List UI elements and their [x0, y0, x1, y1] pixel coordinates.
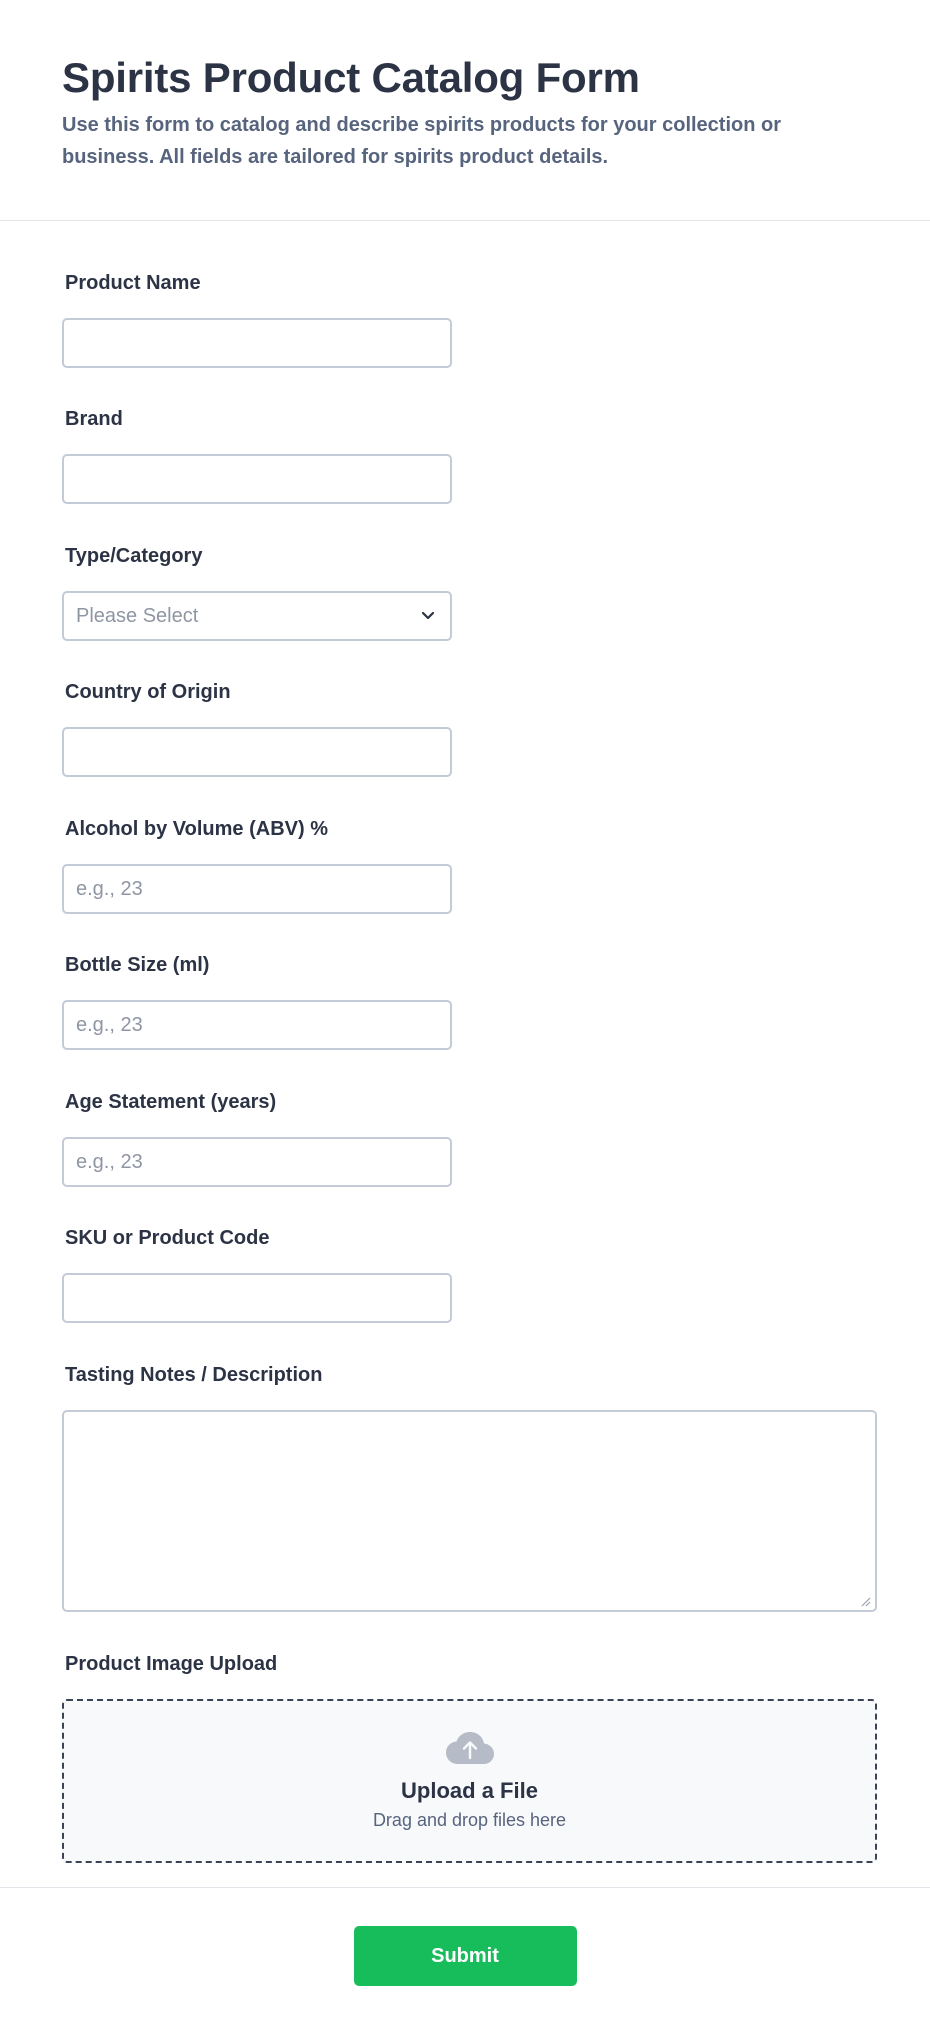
- type-category-select[interactable]: Please Select: [62, 591, 452, 641]
- field-brand: Brand: [62, 404, 452, 504]
- field-type-category: Type/Category Please Select: [62, 541, 452, 641]
- form-footer: Submit: [0, 1887, 930, 2034]
- abv-input[interactable]: e.g., 23: [62, 864, 452, 914]
- age-statement-label: Age Statement (years): [65, 1091, 277, 1113]
- upload-subtitle: Drag and drop files here: [372, 1810, 567, 1830]
- field-sku: SKU or Product Code: [62, 1223, 452, 1323]
- field-product-name: Product Name: [62, 268, 452, 368]
- sku-input[interactable]: [62, 1273, 452, 1323]
- field-abv: Alcohol by Volume (ABV) % e.g., 23: [62, 814, 452, 914]
- tasting-notes-label: Tasting Notes / Description: [65, 1364, 323, 1386]
- field-bottle-size: Bottle Size (ml) e.g., 23: [62, 950, 452, 1050]
- upload-title: Upload a File: [401, 1778, 538, 1803]
- form-subtitle: Use this form to catalog and describe sp…: [62, 114, 782, 168]
- type-category-selected: Please Select: [76, 604, 199, 627]
- type-category-label: Type/Category: [65, 545, 203, 567]
- submit-button[interactable]: Submit: [353, 1926, 577, 1986]
- brand-label: Brand: [65, 408, 123, 430]
- product-name-input[interactable]: [62, 318, 452, 368]
- country-of-origin-label: Country of Origin: [65, 681, 231, 703]
- tasting-notes-textarea[interactable]: [62, 1410, 877, 1612]
- field-country-of-origin: Country of Origin: [62, 677, 452, 777]
- bottle-size-input[interactable]: e.g., 23: [62, 1000, 452, 1050]
- field-age-statement: Age Statement (years) e.g., 23: [62, 1087, 452, 1187]
- age-statement-input[interactable]: e.g., 23: [62, 1137, 452, 1187]
- field-image-upload: Product Image Upload Upload a File Drag …: [62, 1649, 877, 1863]
- brand-input[interactable]: [62, 454, 452, 504]
- abv-label: Alcohol by Volume (ABV) %: [65, 818, 328, 840]
- country-of-origin-input[interactable]: [62, 727, 452, 777]
- chevron-down-icon: [418, 606, 438, 626]
- image-upload-label: Product Image Upload: [65, 1653, 278, 1675]
- bottle-size-label: Bottle Size (ml): [65, 954, 210, 976]
- cloud-upload-icon: [445, 1731, 495, 1770]
- file-upload-dropzone[interactable]: Upload a File Drag and drop files here: [62, 1699, 877, 1863]
- resize-grip-icon[interactable]: [859, 1594, 871, 1607]
- sku-label: SKU or Product Code: [65, 1227, 270, 1249]
- form-header: Spirits Product Catalog Form Use this fo…: [0, 0, 930, 221]
- product-name-label: Product Name: [65, 272, 201, 294]
- form-page: Spirits Product Catalog Form Use this fo…: [0, 0, 930, 2034]
- form-title: Spirits Product Catalog Form: [62, 54, 640, 101]
- field-tasting-notes: Tasting Notes / Description: [62, 1360, 877, 1612]
